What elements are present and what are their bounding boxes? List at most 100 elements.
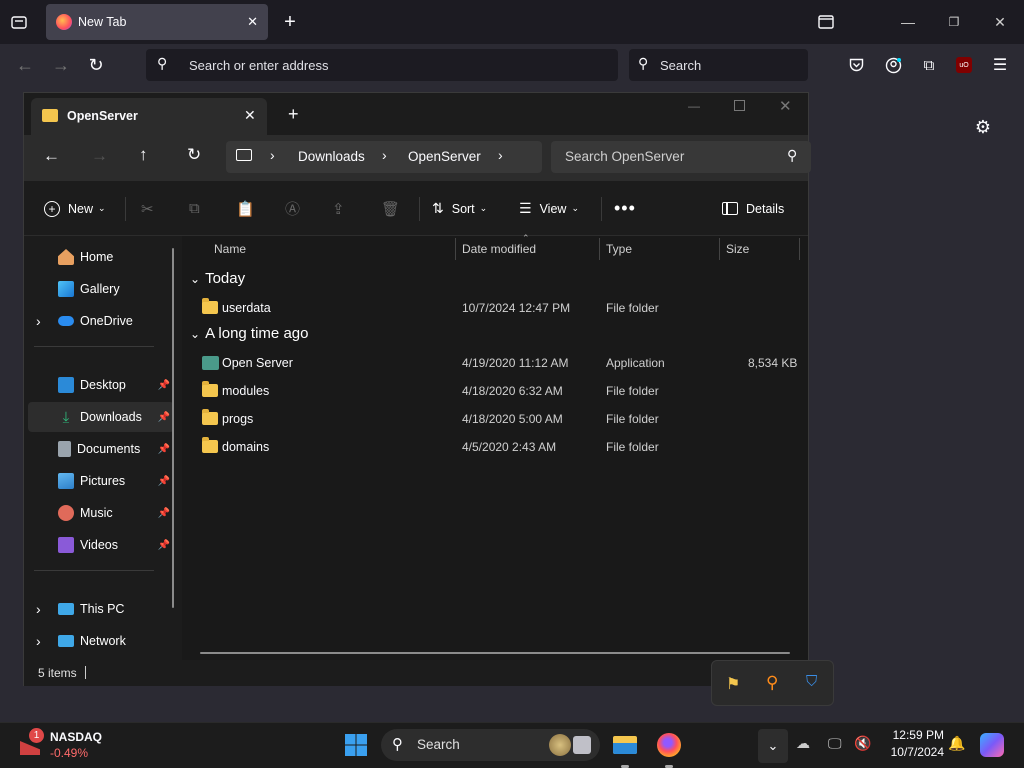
column-divider[interactable] xyxy=(719,238,720,260)
onedrive-offline-icon[interactable]: ☁ xyxy=(796,735,810,752)
copy-icon[interactable]: ⧉ xyxy=(189,181,200,236)
volume-muted-icon[interactable]: 🔇 xyxy=(854,735,871,752)
chevron-down-icon: ⌄ xyxy=(98,203,106,213)
new-tab-icon[interactable]: + xyxy=(288,104,299,125)
browser-search-box[interactable]: ⚲ Search xyxy=(629,49,808,81)
column-divider[interactable] xyxy=(799,238,800,260)
back-icon[interactable]: ← xyxy=(14,54,36,76)
pin-icon[interactable]: 📌 xyxy=(158,412,170,423)
sidebar-item-gallery[interactable]: Gallery xyxy=(28,274,174,304)
security-warning-icon[interactable]: ⛉ xyxy=(806,673,817,690)
rename-icon[interactable]: Ⓐ xyxy=(285,181,300,236)
display-icon[interactable]: 🖵 xyxy=(828,735,842,752)
explorer-search-input[interactable]: Search OpenServer ⚲ xyxy=(551,141,811,173)
minimize-icon[interactable]: — xyxy=(688,99,700,113)
table-row[interactable]: Open Server 4/19/2020 11:12 AM Applicati… xyxy=(182,349,808,377)
group-header-today[interactable]: ⌄ Today xyxy=(190,270,245,287)
refresh-icon[interactable]: ↻ xyxy=(187,145,201,165)
forward-icon[interactable]: → xyxy=(91,146,108,166)
sidebar-item-desktop[interactable]: Desktop 📌 xyxy=(28,370,174,400)
up-icon[interactable]: ↑ xyxy=(139,145,148,165)
ublock-icon[interactable]: uO xyxy=(954,55,974,75)
column-header-type[interactable]: Type xyxy=(606,236,632,262)
start-button[interactable] xyxy=(344,733,368,757)
copilot-icon[interactable] xyxy=(980,733,1004,757)
view-button[interactable]: ☰ View ⌄ xyxy=(519,181,579,236)
taskbar-search[interactable]: ⚲ Search xyxy=(381,729,600,761)
explorer-tab[interactable]: OpenServer ✕ xyxy=(31,98,267,135)
stock-widget[interactable]: 1 NASDAQ -0.49% xyxy=(18,727,118,765)
breadcrumb[interactable]: › Downloads › OpenServer › xyxy=(226,141,542,173)
new-button[interactable]: + New ⌄ xyxy=(44,181,106,236)
search-tool-icon[interactable]: ⚲ xyxy=(766,673,778,693)
breadcrumb-downloads[interactable]: Downloads xyxy=(298,149,365,164)
table-row[interactable]: modules 4/18/2020 6:32 AM File folder xyxy=(182,377,808,405)
column-divider[interactable] xyxy=(455,238,456,260)
chevron-right-icon[interactable]: › xyxy=(36,633,58,649)
flag-icon[interactable]: ⚑ xyxy=(726,674,740,694)
show-hidden-icons-button[interactable]: ⌄ xyxy=(758,729,788,763)
sidebar-item-this-pc[interactable]: › This PC xyxy=(28,594,174,624)
cloud-icon xyxy=(58,316,74,326)
account-icon[interactable] xyxy=(882,54,904,76)
sidebar-item-home[interactable]: Home xyxy=(28,242,174,272)
horizontal-scrollbar[interactable] xyxy=(200,652,790,654)
delete-icon[interactable]: 🗑 xyxy=(381,181,400,236)
group-header-long-ago[interactable]: ⌄ A long time ago xyxy=(190,325,308,342)
file-date: 4/5/2020 2:43 AM xyxy=(462,440,557,454)
sidebar-scrollbar[interactable] xyxy=(172,248,174,608)
close-tab-icon[interactable]: ✕ xyxy=(244,107,256,124)
extensions-icon[interactable]: ⧉ xyxy=(918,54,940,76)
restore-icon[interactable]: ❐ xyxy=(944,10,964,34)
sidebar-item-documents[interactable]: Documents 📌 xyxy=(28,434,174,464)
pin-icon[interactable]: 📌 xyxy=(158,540,170,551)
sidebar-item-videos[interactable]: Videos 📌 xyxy=(28,530,174,560)
column-header-size[interactable]: Size xyxy=(726,236,749,262)
sort-button[interactable]: ⇅ Sort ⌄ xyxy=(432,181,487,236)
paste-icon[interactable]: 📋 xyxy=(236,181,255,236)
chevron-right-icon[interactable]: › xyxy=(498,147,503,163)
close-window-icon[interactable]: ✕ xyxy=(779,97,792,115)
tab-groups-icon[interactable] xyxy=(816,12,836,32)
tab-list-icon[interactable] xyxy=(8,12,30,32)
share-icon[interactable]: ⇪ xyxy=(332,181,345,236)
column-divider[interactable] xyxy=(599,238,600,260)
table-row[interactable]: domains 4/5/2020 2:43 AM File folder xyxy=(182,433,808,461)
sidebar-item-music[interactable]: Music 📌 xyxy=(28,498,174,528)
sidebar-item-pictures[interactable]: Pictures 📌 xyxy=(28,466,174,496)
maximize-icon[interactable] xyxy=(734,100,745,111)
cut-icon[interactable]: ✂ xyxy=(141,181,154,236)
sidebar-item-onedrive[interactable]: › OneDrive xyxy=(28,306,174,336)
chevron-right-icon[interactable]: › xyxy=(36,601,58,617)
close-window-icon[interactable]: ✕ xyxy=(990,10,1010,34)
close-tab-icon[interactable]: ✕ xyxy=(247,14,258,30)
pin-icon[interactable]: 📌 xyxy=(158,508,170,519)
sidebar-item-downloads[interactable]: ⤓ Downloads 📌 xyxy=(28,402,174,432)
new-tab-icon[interactable]: + xyxy=(280,10,300,34)
sidebar-item-label: Gallery xyxy=(80,282,120,296)
sidebar-item-network[interactable]: › Network xyxy=(28,626,174,656)
table-row[interactable]: userdata 10/7/2024 12:47 PM File folder xyxy=(182,294,808,322)
notification-bell-icon[interactable]: 🔔 xyxy=(948,735,965,752)
file-explorer-taskbar-icon[interactable] xyxy=(611,731,639,768)
minimize-icon[interactable]: — xyxy=(898,10,918,34)
menu-icon[interactable]: ☰ xyxy=(990,54,1010,76)
reload-icon[interactable]: ↻ xyxy=(85,54,107,76)
browser-tab[interactable]: New Tab ✕ xyxy=(46,4,268,40)
back-icon[interactable]: ← xyxy=(43,146,60,166)
breadcrumb-openserver[interactable]: OpenServer xyxy=(408,149,481,164)
forward-icon[interactable]: → xyxy=(50,54,72,76)
firefox-taskbar-icon[interactable] xyxy=(655,731,683,768)
address-bar[interactable]: ⚲ Search or enter address xyxy=(146,49,618,81)
details-button[interactable]: Details xyxy=(722,181,784,236)
settings-gear-icon[interactable]: ⚙ xyxy=(972,116,994,138)
clock[interactable]: 12:59 PM 10/7/2024 xyxy=(880,728,944,764)
column-header-name[interactable]: Name xyxy=(214,236,246,262)
pin-icon[interactable]: 📌 xyxy=(158,476,170,487)
table-row[interactable]: progs 4/18/2020 5:00 AM File folder xyxy=(182,405,808,433)
chevron-right-icon[interactable]: › xyxy=(36,313,58,329)
pin-icon[interactable]: 📌 xyxy=(158,444,170,455)
pocket-icon[interactable] xyxy=(846,54,866,76)
more-options-icon[interactable]: ••• xyxy=(614,181,636,236)
pin-icon[interactable]: 📌 xyxy=(158,380,170,391)
